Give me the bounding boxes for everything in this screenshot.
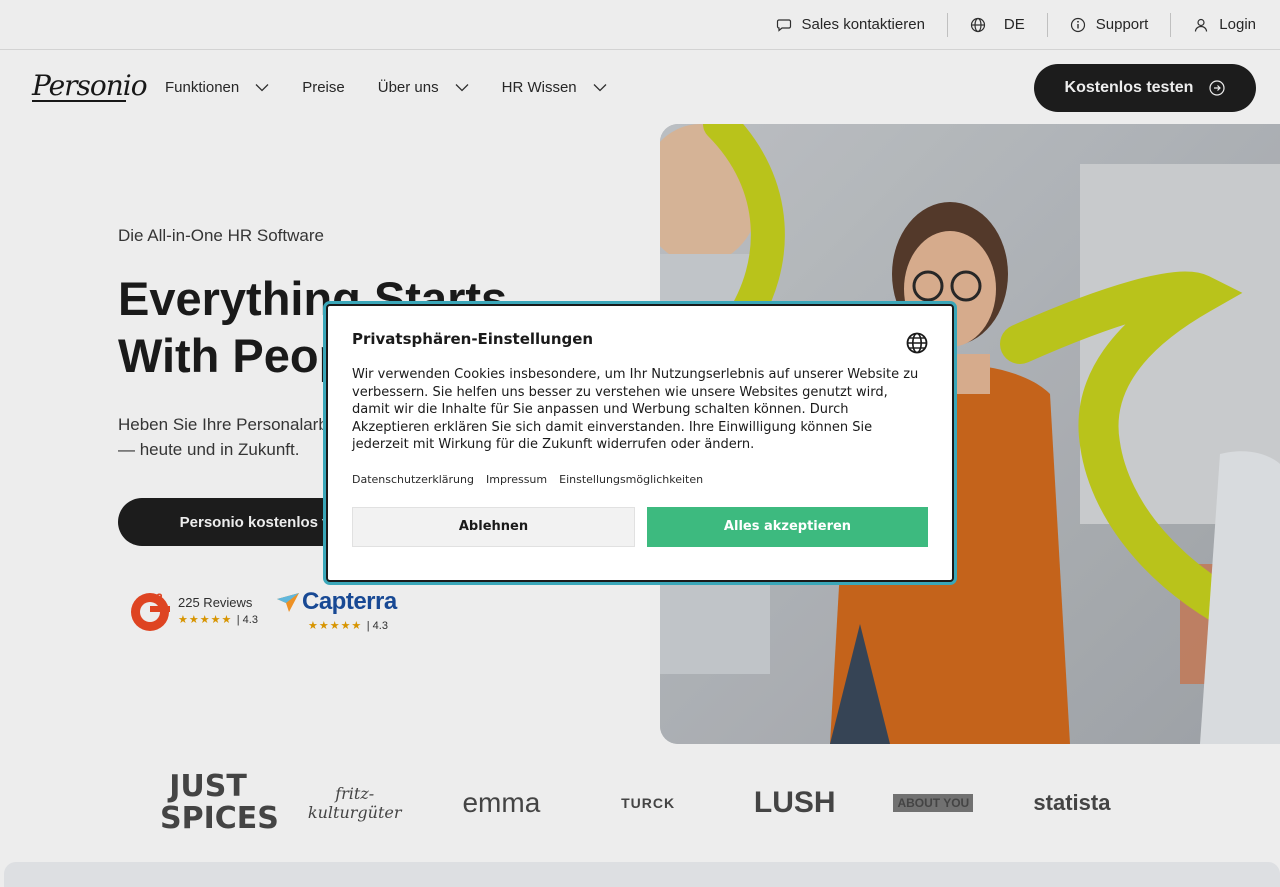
accept-all-button[interactable]: Alles akzeptieren bbox=[647, 506, 928, 547]
cookie-dialog-buttons: Ablehnen Alles akzeptieren bbox=[352, 506, 928, 547]
cookie-dialog-text: Wir verwenden Cookies insbesondere, um I… bbox=[352, 367, 919, 452]
cookie-dialog-title: Privatsphären-Einstellungen bbox=[352, 330, 594, 348]
imprint-link[interactable]: Impressum bbox=[486, 473, 547, 486]
cookie-dialog-links: Datenschutzerklärung Impressum Einstellu… bbox=[352, 473, 928, 486]
language-globe-icon[interactable] bbox=[906, 332, 928, 354]
deny-button[interactable]: Ablehnen bbox=[352, 506, 635, 547]
settings-options-link[interactable]: Einstellungsmöglichkeiten bbox=[559, 473, 703, 486]
privacy-policy-link[interactable]: Datenschutzerklärung bbox=[352, 473, 474, 486]
cookie-consent-dialog: Privatsphären-Einstellungen Wir verwende… bbox=[326, 304, 954, 582]
